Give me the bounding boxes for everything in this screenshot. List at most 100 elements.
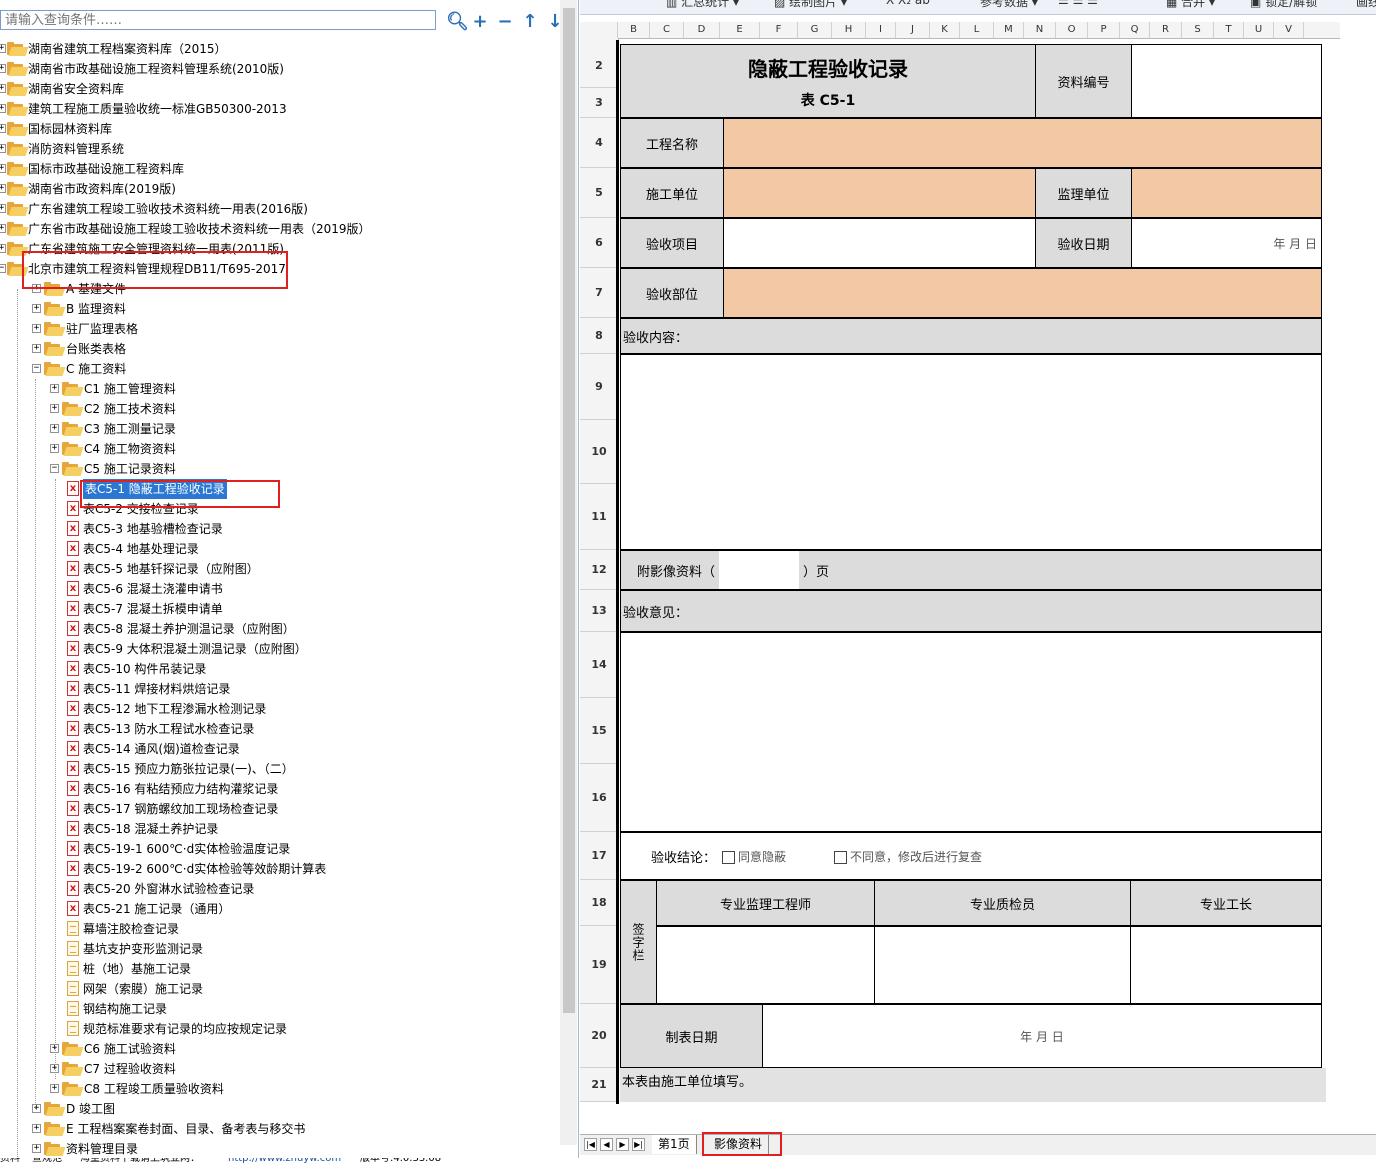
tree-file-node[interactable]: x 表C5-5 地基钎探记录（应附图） <box>0 559 555 579</box>
expand-icon[interactable]: + <box>50 384 59 393</box>
tree-folder-node[interactable]: + C4 施工物资资料 <box>0 439 555 459</box>
doc-no-value[interactable] <box>1131 44 1322 118</box>
supervisor-label[interactable]: 监理单位 <box>1035 168 1132 218</box>
tree-folder-node[interactable]: + 广东省建筑工程竣工验收技术资料统一用表(2016版) <box>0 199 555 219</box>
tree-file-node[interactable]: x 表C5-19-1 600℃·d实体检验温度记录 <box>0 839 555 859</box>
search-icon[interactable]: 🔍︎ <box>446 12 469 32</box>
attach-count-input[interactable] <box>719 551 800 589</box>
tree-file-node[interactable]: x 表C5-20 外窗淋水试验检查记录 <box>0 879 555 899</box>
tree-folder-node[interactable]: + C6 施工试验资料 <box>0 1039 555 1059</box>
date-value[interactable]: 年 月 日 <box>1131 218 1322 268</box>
expand-icon[interactable]: + <box>50 424 59 433</box>
expand-icon[interactable]: + <box>32 1144 41 1153</box>
tree-file-node[interactable]: x 表C5-15 预应力筋张拉记录(一)、（二） <box>0 759 555 779</box>
tree-folder-node[interactable]: + E 工程档案案卷封面、目录、备考表与移交书 <box>0 1119 555 1139</box>
item-label[interactable]: 验收项目 <box>620 218 724 268</box>
tree-folder-node[interactable]: + 台账类表格 <box>0 339 555 359</box>
tree-folder-node[interactable]: − C5 施工记录资料 <box>0 459 555 479</box>
expand-icon[interactable]: + <box>50 404 59 413</box>
tree-scrollbar-thumb[interactable] <box>563 8 575 1013</box>
collapse-icon[interactable]: − <box>32 364 41 373</box>
expand-icon[interactable]: + <box>0 244 6 253</box>
expand-icon[interactable]: + <box>32 1104 41 1113</box>
tree-folder-node[interactable]: − C 施工资料 <box>0 359 555 379</box>
tree-file-node[interactable]: 幕墙注胶检查记录 <box>0 919 555 939</box>
sign-label[interactable]: 签字栏 <box>620 880 657 1004</box>
expand-icon[interactable]: + <box>50 444 59 453</box>
tree-file-node[interactable]: x 表C5-13 防水工程试水检查记录 <box>0 719 555 739</box>
disagree-option[interactable]: 不同意，修改后进行复查 <box>834 848 982 865</box>
project-label[interactable]: 工程名称 <box>620 118 724 168</box>
disagree-checkbox[interactable] <box>834 850 848 864</box>
tree-folder-node[interactable]: + 广东省市政基础设施工程竣工验收技术资料统一用表（2019版） <box>0 219 555 239</box>
sign-col-foreman[interactable]: 专业工长 <box>1130 880 1322 926</box>
tree-folder-node[interactable]: + 湖南省安全资料库 <box>0 79 555 99</box>
tree-file-node[interactable]: x 表C5-6 混凝土浇灌申请书 <box>0 579 555 599</box>
tree-folder-node[interactable]: + 湖南省市政基础设施工程资料管理系统(2010版) <box>0 59 555 79</box>
last-sheet-icon[interactable]: ▶| <box>632 1138 645 1151</box>
sign-col-supervisor[interactable]: 专业监理工程师 <box>656 880 875 926</box>
tree-file-node[interactable]: x 表C5-19-2 600℃·d实体检验等效龄期计算表 <box>0 859 555 879</box>
supervisor-value[interactable] <box>1131 168 1322 218</box>
tree-folder-node[interactable]: + C7 过程验收资料 <box>0 1059 555 1079</box>
opinion-label[interactable]: 验收意见： <box>620 590 1322 632</box>
collapse-icon[interactable]: − <box>50 464 59 473</box>
sign-supervisor-value[interactable] <box>656 926 875 1004</box>
expand-icon[interactable]: + <box>0 84 6 93</box>
expand-icon[interactable]: + <box>0 144 6 153</box>
next-sheet-icon[interactable]: ▶ <box>616 1138 629 1151</box>
expand-icon[interactable]: + <box>0 104 6 113</box>
tree-folder-node[interactable]: + 消防资料管理系统 <box>0 139 555 159</box>
tree-file-node[interactable]: x 表C5-10 构件吊装记录 <box>0 659 555 679</box>
tree-file-node[interactable]: 基坑支护变形监测记录 <box>0 939 555 959</box>
tree-folder-node[interactable]: + 驻厂监理表格 <box>0 319 555 339</box>
tree-file-node[interactable]: x 表C5-16 有粘结预应力结构灌浆记录 <box>0 779 555 799</box>
sign-inspector-value[interactable] <box>874 926 1131 1004</box>
prev-sheet-icon[interactable]: ◀ <box>600 1138 613 1151</box>
tree-file-node[interactable]: x 表C5-4 地基处理记录 <box>0 539 555 559</box>
agree-option[interactable]: 同意隐蔽 <box>722 848 786 865</box>
tree-file-node[interactable]: x 表C5-11 焊接材料烘焙记录 <box>0 679 555 699</box>
tree-file-node[interactable]: x 表C5-3 地基验槽检查记录 <box>0 519 555 539</box>
conclusion-row[interactable]: 验收结论： 同意隐蔽 不同意，修改后进行复查 <box>620 832 1322 880</box>
tree-folder-node[interactable]: + C8 工程竣工质量验收资料 <box>0 1079 555 1099</box>
project-value[interactable] <box>723 118 1322 168</box>
tree-file-node[interactable]: x 表C5-7 混凝土拆模申请单 <box>0 599 555 619</box>
tree-folder-node[interactable]: + C3 施工测量记录 <box>0 419 555 439</box>
opinion-area[interactable] <box>620 632 1322 832</box>
expand-icon[interactable]: + <box>32 304 41 313</box>
expand-icon[interactable]: + <box>0 64 6 73</box>
first-sheet-icon[interactable]: |◀ <box>584 1138 597 1151</box>
expand-icon[interactable]: + <box>0 164 6 173</box>
form-title-block[interactable]: 隐蔽工程验收记录表 C5-1 <box>620 44 1036 118</box>
part-value[interactable] <box>723 268 1322 318</box>
tree-file-node[interactable]: x 表C5-12 地下工程渗漏水检测记录 <box>0 699 555 719</box>
tree-file-node[interactable]: x 表C5-21 施工记录（通用） <box>0 899 555 919</box>
expand-icon[interactable]: + <box>0 44 6 53</box>
content-area[interactable] <box>620 354 1322 550</box>
attach-row[interactable]: 附影像资料（ ）页 <box>620 550 1322 590</box>
tree-file-node[interactable]: x 表C5-14 通风(烟)道检查记录 <box>0 739 555 759</box>
expand-icon[interactable]: + <box>0 124 6 133</box>
tree-folder-node[interactable]: + 建筑工程施工质量验收统一标准GB50300-2013 <box>0 99 555 119</box>
tree-file-node[interactable]: 网架（索膜）施工记录 <box>0 979 555 999</box>
collapse-icon[interactable]: − <box>0 264 6 273</box>
make-date-value[interactable]: 年 月 日 <box>762 1004 1322 1068</box>
expand-icon[interactable]: + <box>32 344 41 353</box>
move-up-icon[interactable]: ↑ <box>520 12 540 32</box>
tree-folder-node[interactable]: + 国标园林资料库 <box>0 119 555 139</box>
tree-folder-node[interactable]: + D 竣工图 <box>0 1099 555 1119</box>
remove-icon[interactable]: − <box>495 12 515 32</box>
tree-folder-node[interactable]: + 资料管理目录 <box>0 1139 555 1158</box>
content-label[interactable]: 验收内容： <box>620 318 1322 354</box>
tree-file-node[interactable]: 桩（地）基施工记录 <box>0 959 555 979</box>
tree-file-node[interactable]: x 表C5-8 混凝土养护测温记录（应附图） <box>0 619 555 639</box>
expand-icon[interactable]: + <box>50 1084 59 1093</box>
agree-checkbox[interactable] <box>722 850 736 864</box>
sign-col-inspector[interactable]: 专业质检员 <box>874 880 1131 926</box>
tree-folder-node[interactable]: + C2 施工技术资料 <box>0 399 555 419</box>
tree-folder-node[interactable]: + C1 施工管理资料 <box>0 379 555 399</box>
tree-file-node[interactable]: 钢结构施工记录 <box>0 999 555 1019</box>
expand-icon[interactable]: + <box>32 324 41 333</box>
tree-folder-node[interactable]: + 湖南省建筑工程档案资料库（2015） <box>0 39 555 59</box>
